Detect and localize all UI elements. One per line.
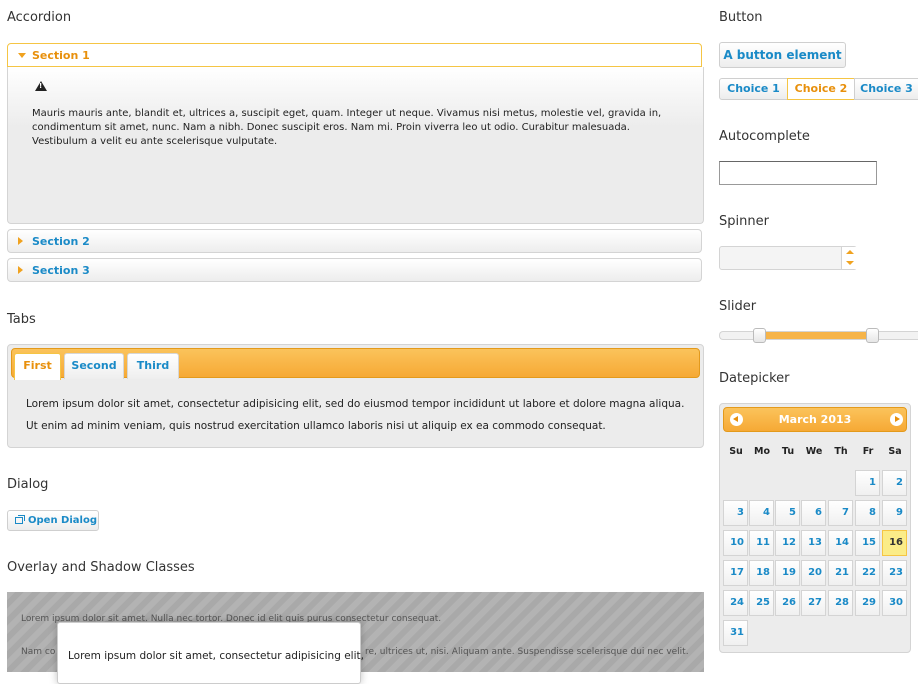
day-cell[interactable]: 25: [749, 590, 774, 616]
day-cell[interactable]: 5: [775, 500, 800, 526]
autocomplete-heading: Autocomplete: [719, 129, 810, 144]
overlay-demo: Lorem ipsum dolor sit amet. Nulla nec to…: [7, 592, 704, 684]
accordion-section-3-header[interactable]: Section 3: [7, 258, 702, 282]
accordion-section-1-header[interactable]: Section 1: [7, 43, 702, 67]
day-cell[interactable]: 3: [723, 500, 748, 526]
day-cell[interactable]: 22: [855, 560, 880, 586]
triangle-right-icon: [18, 237, 23, 245]
open-dialog-label: Open Dialog: [28, 515, 97, 526]
triangle-down-icon: [18, 53, 26, 58]
weekday-label: Tu: [781, 446, 795, 457]
day-cell[interactable]: 18: [749, 560, 774, 586]
day-cell[interactable]: 21: [828, 560, 853, 586]
tabs-bar: First Second Third: [11, 348, 700, 380]
day-cell[interactable]: 16: [882, 530, 907, 556]
button-heading: Button: [719, 10, 763, 25]
weekday-label: We: [805, 446, 823, 457]
weekday-label: Mo: [754, 446, 770, 457]
overlay-heading: Overlay and Shadow Classes: [7, 560, 195, 575]
day-cell[interactable]: 20: [801, 560, 826, 586]
day-cell[interactable]: 23: [882, 560, 907, 586]
datepicker-heading: Datepicker: [719, 371, 790, 386]
next-month-icon[interactable]: [890, 413, 903, 426]
choice-1-button[interactable]: Choice 1: [719, 78, 788, 100]
datepicker-month-title: March 2013: [778, 413, 852, 426]
button-element[interactable]: A button element: [719, 42, 846, 68]
day-cell[interactable]: 11: [749, 530, 774, 556]
day-cell[interactable]: 26: [775, 590, 800, 616]
day-cell[interactable]: 29: [855, 590, 880, 616]
alert-icon: [35, 81, 47, 91]
day-cell[interactable]: 17: [723, 560, 748, 586]
accordion-section-1-panel: Mauris mauris ante, blandit et, ultrices…: [7, 67, 704, 224]
spinner-input[interactable]: [719, 246, 857, 270]
spinner-down-icon[interactable]: [841, 258, 857, 269]
shadow-box-text: Lorem ipsum dolor sit amet, consectetur …: [68, 650, 364, 662]
day-cell[interactable]: 24: [723, 590, 748, 616]
overlay-text-line-2-left: Nam co: [21, 647, 56, 657]
weekday-label: Su: [729, 446, 743, 457]
day-cell[interactable]: 15: [855, 530, 880, 556]
choice-2-button[interactable]: Choice 2: [787, 78, 855, 100]
tab-first[interactable]: First: [14, 353, 61, 380]
accordion-panel-text: Mauris mauris ante, blandit et, ultrices…: [32, 108, 662, 147]
dialog-heading: Dialog: [7, 477, 49, 492]
day-cell[interactable]: 2: [882, 470, 907, 496]
shadow-box: Lorem ipsum dolor sit amet, consectetur …: [57, 622, 364, 684]
accordion-heading: Accordion: [7, 10, 72, 25]
choice-3-button[interactable]: Choice 3: [854, 78, 918, 100]
slider-handle-low[interactable]: [752, 328, 766, 343]
triangle-right-icon: [18, 266, 23, 274]
accordion-section-label: Section 2: [32, 235, 90, 248]
day-cell[interactable]: 6: [801, 500, 826, 526]
tabs-heading: Tabs: [7, 312, 36, 327]
day-cell[interactable]: 7: [828, 500, 853, 526]
slider-heading: Slider: [719, 299, 757, 314]
open-dialog-button[interactable]: Open Dialog: [7, 510, 99, 531]
tabs-widget: First Second Third Lorem ipsum dolor sit…: [7, 344, 704, 448]
slider-handle-high[interactable]: [866, 328, 880, 343]
slider-range: [758, 332, 873, 339]
datepicker-header: March 2013: [723, 407, 907, 432]
spinner-heading: Spinner: [719, 214, 769, 229]
day-cell[interactable]: 8: [855, 500, 880, 526]
weekday-label: Fr: [862, 446, 874, 457]
weekday-label: Th: [834, 446, 848, 457]
day-cell[interactable]: 10: [723, 530, 748, 556]
new-window-icon: [15, 515, 25, 524]
day-cell[interactable]: 13: [801, 530, 826, 556]
tab-second[interactable]: Second: [64, 353, 124, 379]
accordion-section-label: Section 1: [32, 49, 90, 62]
autocomplete-input[interactable]: [719, 161, 877, 185]
day-cell[interactable]: 4: [749, 500, 774, 526]
accordion-section-label: Section 3: [32, 264, 90, 277]
day-cell[interactable]: 27: [801, 590, 826, 616]
day-cell[interactable]: 1: [855, 470, 880, 496]
overlay-text-line-2-right: re, ultrices ut, nisi. Aliquam ante. Sus…: [365, 647, 689, 657]
datepicker: March 2013 Su Mo Tu We Th Fr Sa 1 2 3 4 5 6 7 8 9 10 11 12…: [719, 403, 911, 653]
day-cell[interactable]: 9: [882, 500, 907, 526]
day-cell[interactable]: 28: [828, 590, 853, 616]
weekday-label: Sa: [888, 446, 902, 457]
day-cell[interactable]: 19: [775, 560, 800, 586]
day-cell[interactable]: 12: [775, 530, 800, 556]
day-cell[interactable]: 14: [828, 530, 853, 556]
tab-panel-text: Lorem ipsum dolor sit amet, consectetur …: [26, 398, 685, 432]
tab-third[interactable]: Third: [127, 353, 179, 379]
accordion-section-2-header[interactable]: Section 2: [7, 229, 702, 253]
day-cell[interactable]: 31: [723, 620, 748, 646]
day-cell[interactable]: 30: [882, 590, 907, 616]
